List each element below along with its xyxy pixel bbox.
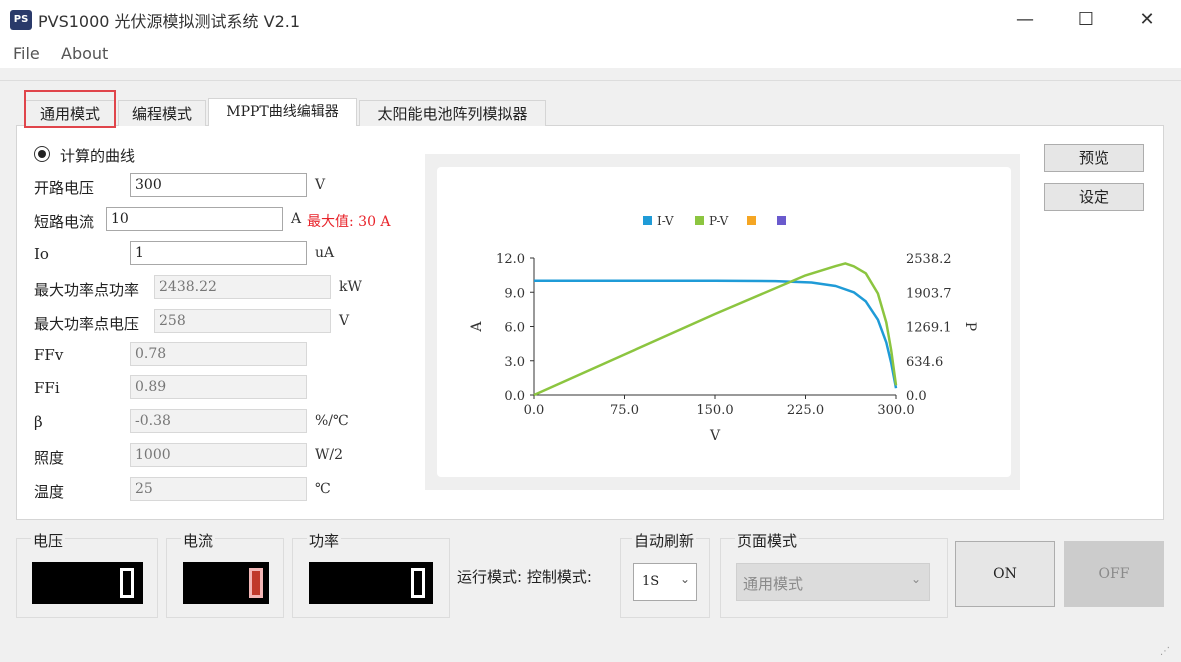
isc-input[interactable]: 10 <box>106 207 283 231</box>
menu-file[interactable]: File <box>13 44 40 63</box>
legend-label: P-V <box>709 214 729 228</box>
io-label: Io <box>34 245 49 263</box>
page-mode-select[interactable]: 通用模式 ⌄ <box>736 563 930 601</box>
y-right-tick-label: 1269.1 <box>906 321 952 336</box>
vmp-label: 最大功率点电压 <box>34 315 140 333</box>
irradiance-input: 1000 <box>130 443 307 467</box>
set-button[interactable]: 设定 <box>1044 183 1144 211</box>
y-left-tick-label: 12.0 <box>496 252 525 267</box>
y-right-tick-label: 2538.2 <box>906 252 952 267</box>
menu-about[interactable]: About <box>61 44 108 63</box>
voc-input[interactable]: 300 <box>130 173 307 197</box>
tab-solar-array-simulator[interactable]: 太阳能电池阵列模拟器 <box>359 100 546 126</box>
temperature-label: 温度 <box>34 483 65 501</box>
toolbar-grip <box>0 68 1181 81</box>
y-left-axis-label: A <box>469 321 485 333</box>
menu-bar <box>0 40 1181 68</box>
isc-unit: A <box>291 211 302 227</box>
irradiance-label: 照度 <box>34 449 65 467</box>
ffv-input: 0.78 <box>130 342 307 366</box>
chevron-down-icon: ⌄ <box>680 572 691 586</box>
auto-refresh-label: 自动刷新 <box>632 530 697 551</box>
iv-pv-chart: 0.0 75.0 150.0 225.0 300.00.03.06.09.012.00.… <box>469 214 978 444</box>
calculated-curve-label: 计算的曲线 <box>60 147 136 165</box>
isc-max-note: 最大值: 30 A <box>307 214 391 230</box>
io-input[interactable]: 1 <box>130 241 307 265</box>
x-tick-label: 0.0 <box>524 403 545 418</box>
beta-unit: %/℃ <box>315 413 349 429</box>
current-label: 电流 <box>181 530 216 551</box>
pmax-input: 2438.22 <box>154 275 331 299</box>
x-tick-label: 225.0 <box>787 403 824 418</box>
tab-programming-mode[interactable]: 编程模式 <box>118 100 206 126</box>
power-label: 功率 <box>307 530 342 551</box>
vmp-unit: V <box>339 313 350 329</box>
power-digit <box>411 568 425 598</box>
voc-label: 开路电压 <box>34 179 95 197</box>
voltage-digit <box>120 568 134 598</box>
y-left-tick-label: 3.0 <box>504 355 525 370</box>
chevron-down-icon: ⌄ <box>911 572 922 586</box>
current-display <box>183 562 269 604</box>
voc-unit: V <box>315 177 326 193</box>
on-button[interactable]: ON <box>955 541 1055 607</box>
y-right-tick-label: 1903.7 <box>906 286 952 301</box>
tab-highlight <box>24 90 116 128</box>
x-tick-label: 300.0 <box>877 403 914 418</box>
ffi-input: 0.89 <box>130 375 307 399</box>
resize-grip-icon: ⋰ <box>1160 646 1170 657</box>
maximize-button[interactable]: ☐ <box>1063 0 1109 40</box>
tab-mppt-curve-editor[interactable]: MPPT曲线编辑器 <box>208 98 357 126</box>
power-display <box>309 562 433 604</box>
window-title: PVS1000 光伏源模拟测试系统 V2.1 <box>38 12 301 31</box>
pmax-unit: kW <box>339 279 362 295</box>
legend-marker <box>777 216 786 225</box>
y-left-tick-label: 6.0 <box>504 321 525 336</box>
x-axis-label: V <box>709 428 721 444</box>
x-tick-label: 150.0 <box>696 403 733 418</box>
y-right-axis-label: P <box>962 322 978 331</box>
y-right-tick-label: 0.0 <box>906 389 927 404</box>
preview-button[interactable]: 预览 <box>1044 144 1144 172</box>
current-digit <box>249 568 263 598</box>
legend-label: I-V <box>657 214 674 228</box>
beta-label: β <box>34 413 43 431</box>
voltage-display <box>32 562 143 604</box>
page-mode-value: 通用模式 <box>743 575 804 593</box>
irradiance-unit: W/2 <box>315 447 344 463</box>
temperature-unit: ℃ <box>315 481 331 497</box>
beta-input: -0.38 <box>130 409 307 433</box>
y-right-tick-label: 634.6 <box>906 355 943 370</box>
ffi-label: FFi <box>34 379 60 397</box>
auto-refresh-select[interactable]: 1S ⌄ <box>633 563 697 601</box>
y-left-tick-label: 9.0 <box>504 286 525 301</box>
legend-marker <box>695 216 704 225</box>
series-line-p-v <box>533 262 898 397</box>
y-left-tick-label: 0.0 <box>504 389 525 404</box>
legend-marker <box>747 216 756 225</box>
run-mode-text: 运行模式: 控制模式: <box>457 568 592 586</box>
pmax-label: 最大功率点功率 <box>34 281 140 299</box>
x-tick-label: 75.0 <box>610 403 639 418</box>
temperature-input: 25 <box>130 477 307 501</box>
voltage-label: 电压 <box>31 530 66 551</box>
vmp-input: 258 <box>154 309 331 333</box>
series-line-i-v <box>534 279 898 389</box>
legend-marker <box>643 216 652 225</box>
isc-label: 短路电流 <box>34 213 95 231</box>
chart-area: 0.0 75.0 150.0 225.0 300.0 0.0 3.0 6.0 9.0 12.0 0.… <box>437 167 1011 477</box>
auto-refresh-value: 1S <box>642 574 660 589</box>
close-button[interactable]: ✕ <box>1124 0 1170 40</box>
calculated-curve-radio[interactable] <box>34 146 50 162</box>
ffv-label: FFv <box>34 346 64 364</box>
off-button[interactable]: OFF <box>1064 541 1164 607</box>
page-mode-label: 页面模式 <box>735 530 800 551</box>
io-unit: uA <box>315 245 335 261</box>
minimize-button[interactable]: — <box>1002 0 1048 40</box>
app-icon: PS <box>10 10 32 30</box>
